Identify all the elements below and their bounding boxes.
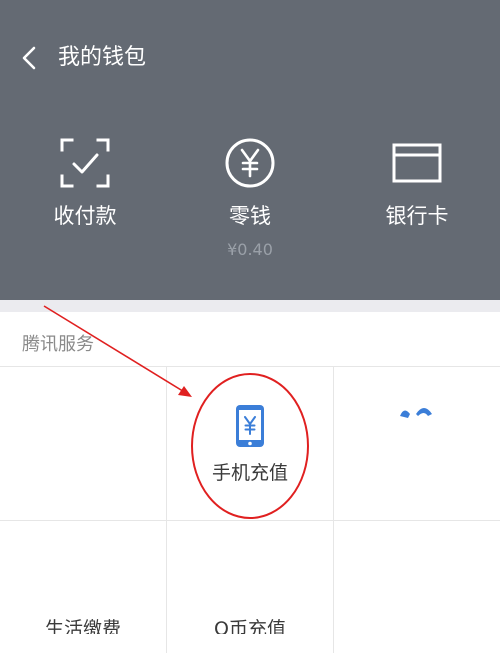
service-cell-empty[interactable] xyxy=(0,366,166,520)
service-cell-empty[interactable] xyxy=(334,521,500,653)
scan-check-icon xyxy=(60,138,110,188)
service-label: Q币充值 xyxy=(214,618,286,634)
section-title: 腾讯服务 xyxy=(22,334,94,355)
service-mobile-recharge[interactable]: 手机充值 xyxy=(167,366,333,520)
service-label: 生活缴费 xyxy=(44,618,121,634)
wallet-item-bank-card[interactable]: 银行卡 xyxy=(342,130,492,270)
bank-card-icon xyxy=(392,143,442,183)
wallet-item-change[interactable]: 零钱 ¥0.40 xyxy=(175,130,325,270)
wallet-page: 我的钱包 收付款 零钱 ¥0.40 银行卡 腾讯服务 手机充值 生活缴费 Q币充… xyxy=(0,0,500,653)
wallet-item-label: 收付款 xyxy=(53,204,117,228)
service-label: 手机充值 xyxy=(211,462,288,484)
chevron-left-icon xyxy=(22,46,36,70)
wallet-header: 我的钱包 收付款 零钱 ¥0.40 银行卡 xyxy=(0,0,500,300)
service-cell-partial[interactable] xyxy=(334,366,500,520)
back-button[interactable] xyxy=(16,42,44,74)
yen-circle-icon xyxy=(225,138,275,188)
partial-service-icon xyxy=(400,408,432,418)
page-title: 我的钱包 xyxy=(58,45,147,70)
wallet-item-payment[interactable]: 收付款 xyxy=(10,130,160,270)
wallet-item-label: 零钱 xyxy=(229,204,271,228)
change-balance: ¥0.40 xyxy=(227,240,273,259)
services-grid: 手机充值 生活缴费 Q币充值 xyxy=(0,366,500,653)
mobile-yen-icon xyxy=(236,405,264,447)
section-separator xyxy=(0,300,500,312)
wallet-item-label: 银行卡 xyxy=(385,204,449,228)
